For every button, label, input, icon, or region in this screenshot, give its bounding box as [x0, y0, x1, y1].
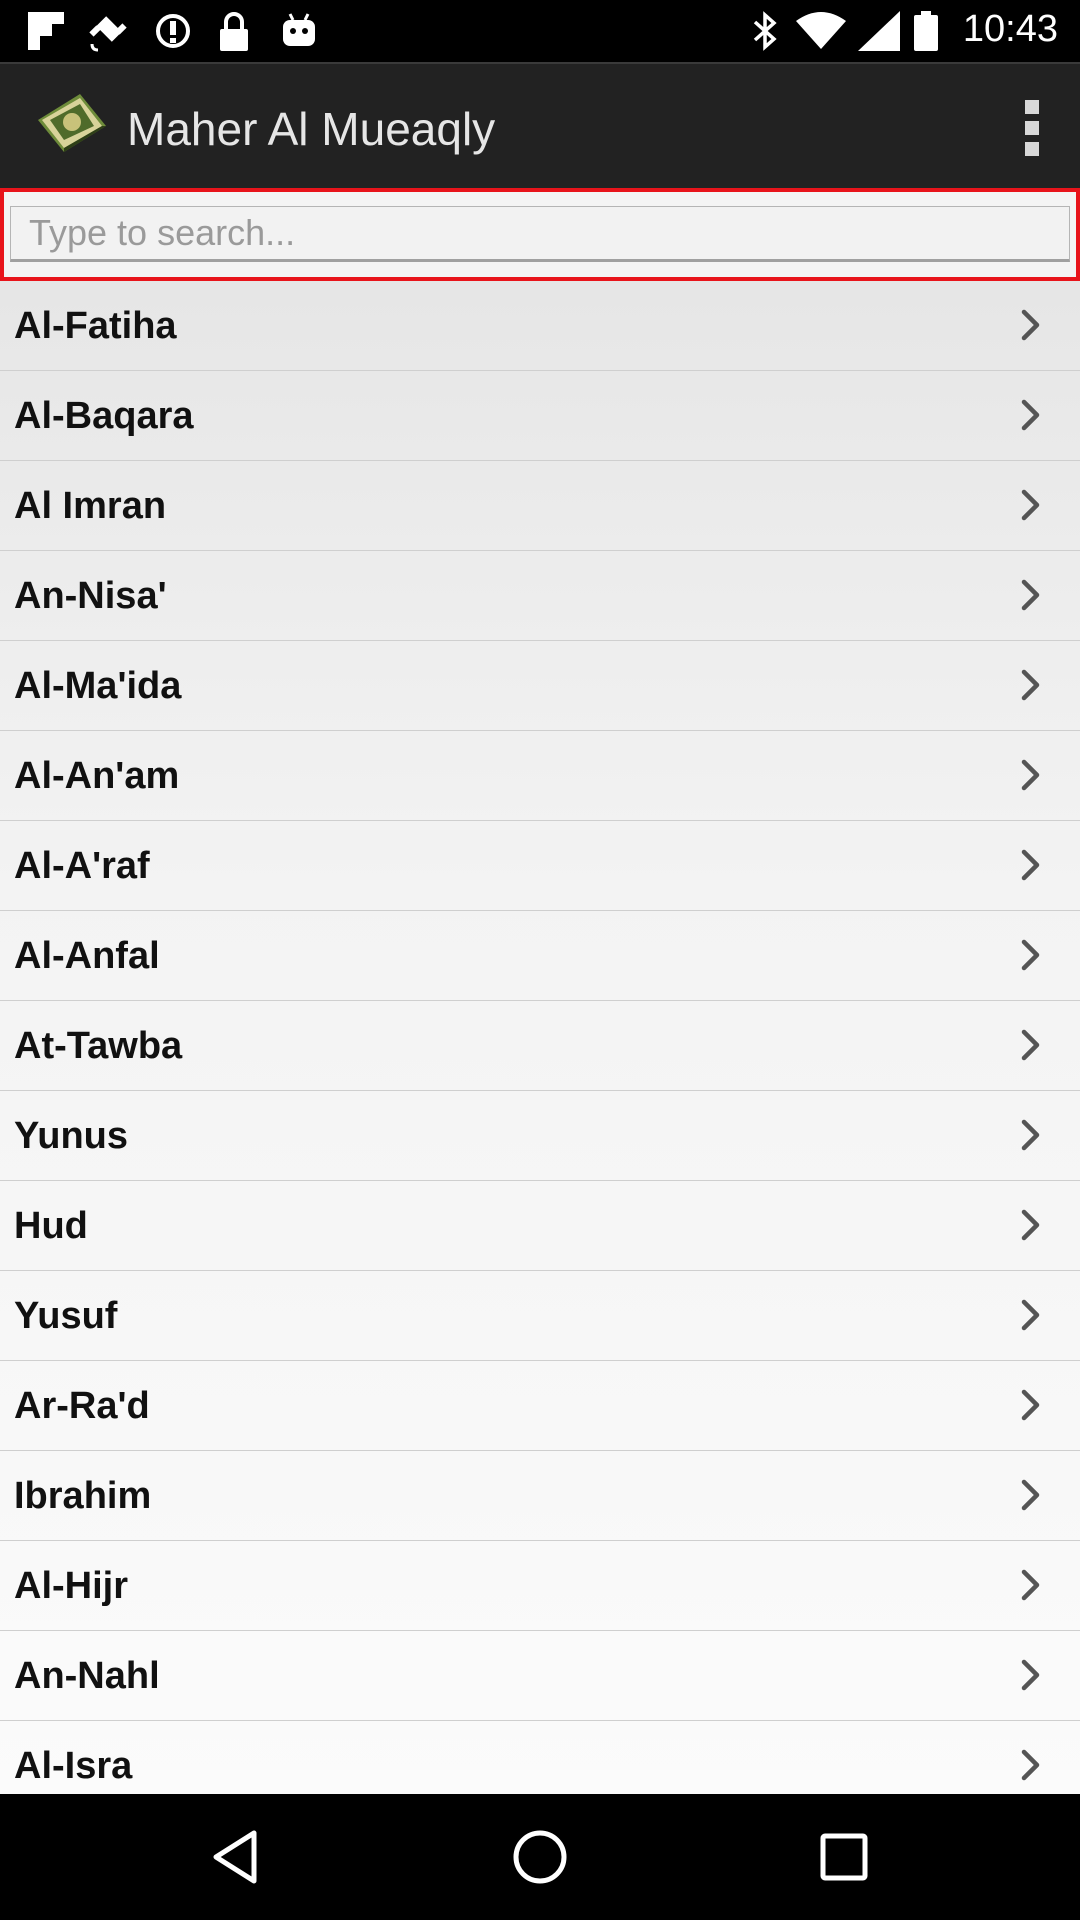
app-title: Maher Al Mueaqly: [127, 103, 496, 155]
chevron-right-icon: [1020, 489, 1042, 521]
chevron-right-icon: [1020, 849, 1042, 881]
list-item[interactable]: Al-Ma'ida: [0, 641, 1080, 731]
quran-book-icon[interactable]: [36, 92, 108, 154]
recents-icon[interactable]: [814, 1827, 874, 1887]
surah-label: Al-Ma'ida: [14, 665, 182, 707]
chevron-right-icon: [1020, 1569, 1042, 1601]
back-icon[interactable]: [206, 1827, 266, 1887]
search-input[interactable]: [10, 206, 1070, 262]
chevron-right-icon: [1020, 669, 1042, 701]
chevron-right-icon: [1020, 1749, 1042, 1781]
chevron-right-icon: [1020, 1029, 1042, 1061]
surah-label: An-Nisa': [14, 575, 167, 617]
list-item[interactable]: At-Tawba: [0, 1001, 1080, 1091]
search-box: [0, 188, 1080, 281]
surah-label: Ar-Ra'd: [14, 1385, 150, 1427]
list-item[interactable]: Ar-Ra'd: [0, 1361, 1080, 1451]
bluetooth-icon: [752, 11, 778, 51]
surah-list: Al-Fatiha Al-Baqara Al Imran An-Nisa' Al-Ma'…: [0, 281, 1080, 1794]
chevron-right-icon: [1020, 1389, 1042, 1421]
surah-label: Al-Anfal: [14, 935, 160, 977]
list-item[interactable]: Al-Hijr: [0, 1541, 1080, 1631]
status-clock: 10:43: [962, 8, 1058, 50]
list-item[interactable]: An-Nisa': [0, 551, 1080, 641]
surah-label: Ibrahim: [14, 1475, 152, 1517]
surah-label: Al Imran: [14, 485, 167, 527]
signal-icon: [858, 11, 900, 51]
surah-label: Hud: [14, 1205, 88, 1247]
chevron-right-icon: [1020, 1659, 1042, 1691]
surah-label: At-Tawba: [14, 1025, 183, 1067]
list-item[interactable]: Al-Isra: [0, 1721, 1080, 1794]
lock-icon: [218, 12, 250, 51]
surah-label: Al-An'am: [14, 755, 180, 797]
surah-label: Al-Isra: [14, 1745, 133, 1787]
chevron-right-icon: [1020, 939, 1042, 971]
list-item[interactable]: Al-A'raf: [0, 821, 1080, 911]
chevron-right-icon: [1020, 309, 1042, 341]
list-item[interactable]: An-Nahl: [0, 1631, 1080, 1721]
surah-label: Al-Hijr: [14, 1565, 128, 1607]
list-item[interactable]: Ibrahim: [0, 1451, 1080, 1541]
data-saver-icon: [154, 12, 192, 50]
list-item[interactable]: Al-Anfal: [0, 911, 1080, 1001]
overflow-menu-icon[interactable]: [1014, 100, 1050, 156]
chevron-right-icon: [1020, 1209, 1042, 1241]
surah-label: Al-Fatiha: [14, 305, 177, 347]
surah-label: Yunus: [14, 1115, 129, 1157]
surah-label: Yusuf: [14, 1295, 118, 1337]
list-item[interactable]: Al Imran: [0, 461, 1080, 551]
list-item[interactable]: Yusuf: [0, 1271, 1080, 1361]
chevron-right-icon: [1020, 1299, 1042, 1331]
wifi-icon: [796, 12, 846, 50]
status-bar: 10:43: [0, 0, 1080, 62]
action-bar: Maher Al Mueaqly: [0, 62, 1080, 188]
chevron-right-icon: [1020, 1119, 1042, 1151]
battery-icon: [914, 11, 938, 51]
chevron-right-icon: [1020, 399, 1042, 431]
list-item[interactable]: Al-Baqara: [0, 371, 1080, 461]
surah-label: Al-A'raf: [14, 845, 150, 887]
list-item[interactable]: Hud: [0, 1181, 1080, 1271]
android-icon: [282, 12, 316, 50]
chevron-right-icon: [1020, 1479, 1042, 1511]
chevron-right-icon: [1020, 759, 1042, 791]
list-item[interactable]: Al-An'am: [0, 731, 1080, 821]
surah-label: Al-Baqara: [14, 395, 194, 437]
fake-gps-icon: [88, 12, 130, 52]
chevron-right-icon: [1020, 579, 1042, 611]
flipboard-icon: [28, 12, 64, 50]
list-item[interactable]: Al-Fatiha: [0, 281, 1080, 371]
list-item[interactable]: Yunus: [0, 1091, 1080, 1181]
home-icon[interactable]: [510, 1827, 570, 1887]
surah-label: An-Nahl: [14, 1655, 160, 1697]
navigation-bar: [0, 1794, 1080, 1920]
